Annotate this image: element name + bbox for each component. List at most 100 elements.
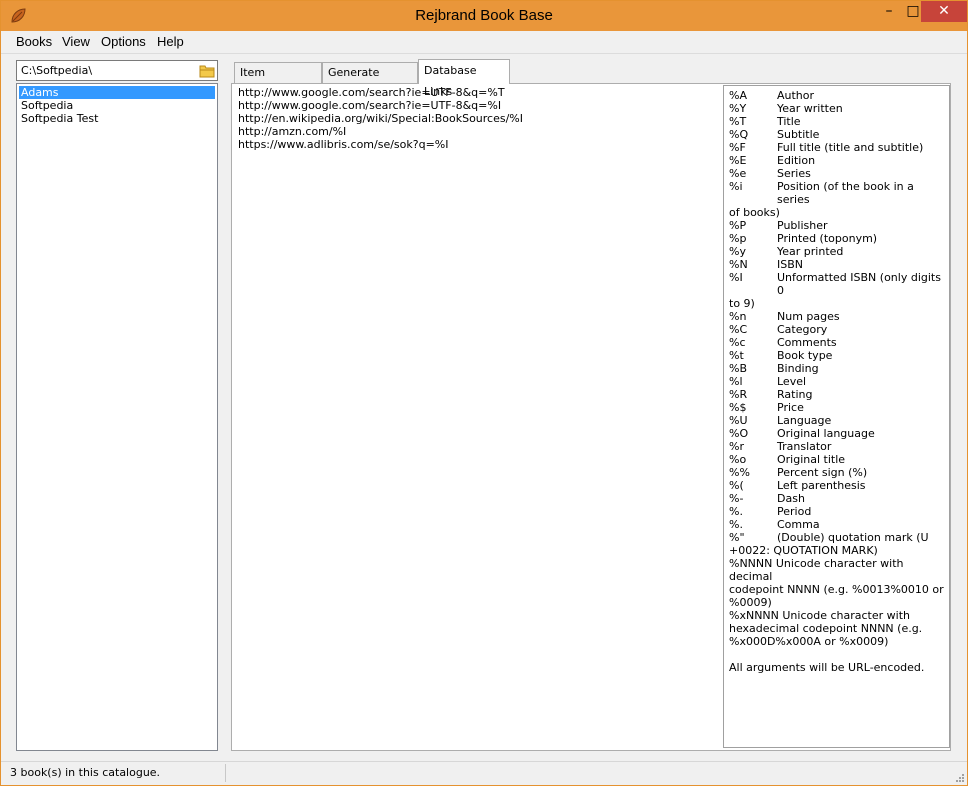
placeholder-row: %N ISBN (729, 258, 944, 271)
placeholder-code: %- (729, 492, 744, 505)
placeholder-row: %i Position (of the book in a series (729, 180, 944, 206)
placeholder-description: ISBN (777, 258, 804, 271)
placeholder-description: Price (777, 401, 804, 414)
resize-grip-icon[interactable] (955, 773, 965, 783)
help-line: hexadecimal codepoint NNNN (e.g. (729, 622, 923, 635)
menu-separator (1, 53, 967, 54)
placeholder-description: Comments (777, 336, 837, 349)
help-line: codepoint NNNN (e.g. %0013%0010 or (729, 583, 944, 596)
placeholder-row: %" (Double) quotation mark (U (729, 531, 944, 544)
menu-view[interactable]: View (62, 34, 90, 49)
placeholder-description: Author (777, 89, 815, 102)
placeholder-code: %t (729, 349, 744, 362)
placeholder-description: Printed (toponym) (777, 232, 878, 245)
tab-generate-report[interactable]: Generate Report (322, 62, 418, 98)
placeholder-code: %r (729, 440, 744, 453)
placeholder-description-continued: of books) (729, 206, 780, 219)
placeholder-description: Binding (777, 362, 819, 375)
placeholder-row: %r Translator (729, 440, 944, 453)
help-line: %0009) (729, 596, 772, 609)
placeholder-list: %A Author %Y Year written %T Title %Q Subtitle%… (729, 89, 944, 557)
placeholder-description: Percent sign (%) (777, 466, 868, 479)
menu-bar: Books View Options Help (1, 31, 967, 53)
menu-options[interactable]: Options (101, 34, 146, 49)
placeholder-row: %- Dash (729, 492, 944, 505)
placeholder-row: %U Language (729, 414, 944, 427)
placeholder-row: %Y Year written (729, 102, 944, 115)
placeholder-row: %F Full title (title and subtitle) (729, 141, 944, 154)
placeholder-description: Original language (777, 427, 875, 440)
placeholder-code: %e (729, 167, 747, 180)
placeholder-row: %P Publisher (729, 219, 944, 232)
placeholder-code: %E (729, 154, 747, 167)
list-item[interactable]: Adams (19, 86, 215, 99)
placeholder-code: %% (729, 466, 750, 479)
placeholder-code: %B (729, 362, 747, 375)
tab-database-links[interactable]: Database Links (418, 59, 510, 98)
placeholder-code: %Y (729, 102, 747, 115)
placeholder-row: %C Category (729, 323, 944, 336)
link-line: http://en.wikipedia.org/wiki/Special:Boo… (238, 112, 524, 125)
minimize-button[interactable]: – (874, 1, 904, 22)
close-button[interactable]: ✕ (921, 1, 967, 22)
menu-books[interactable]: Books (16, 34, 52, 49)
placeholder-code: %Q (729, 128, 749, 141)
catalogue-path-field[interactable]: C:\Softpedia\ (16, 60, 218, 81)
placeholder-row: %t Book type (729, 349, 944, 362)
placeholder-description: Language (777, 414, 832, 427)
placeholder-description-continued: to 9) (729, 297, 755, 310)
placeholder-description: Left parenthesis (777, 479, 866, 492)
placeholder-code: %y (729, 245, 746, 258)
url-encoding-note: All arguments will be URL-encoded. (729, 661, 925, 674)
placeholder-code: %R (729, 388, 748, 401)
placeholder-code: %. (729, 505, 743, 518)
placeholder-code: %o (729, 453, 747, 466)
placeholder-row: %n Num pages (729, 310, 944, 323)
catalogue-path-value: C:\Softpedia\ (21, 64, 93, 77)
help-line: %NNNN Unicode character with decimal (729, 557, 904, 583)
folder-icon[interactable] (199, 64, 215, 78)
link-line: http://www.google.com/search?ie=UTF-8&q=… (238, 86, 505, 99)
status-text: 3 book(s) in this catalogue. (10, 766, 161, 779)
placeholder-row: %o Original title (729, 453, 944, 466)
placeholder-row: %(Left parenthesis (729, 479, 944, 492)
unicode-hex-help: %xNNNN Unicode character with hexadecima… (729, 609, 944, 648)
tab-item-properties[interactable]: Item Properties (234, 62, 322, 98)
link-line: http://www.google.com/search?ie=UTF-8&q=… (238, 99, 502, 112)
maximize-button[interactable]: □ (905, 1, 921, 22)
placeholder-code: %F (729, 141, 746, 154)
placeholder-row: %% Percent sign (%) (729, 466, 944, 479)
placeholder-row: %$ Price (729, 401, 944, 414)
placeholder-code: %N (729, 258, 748, 271)
catalogue-list[interactable]: Adams Softpedia Softpedia Test (16, 83, 218, 751)
list-item[interactable]: Softpedia Test (19, 112, 215, 125)
placeholder-row: %E Edition (729, 154, 944, 167)
placeholder-code: %c (729, 336, 746, 349)
app-window: Rejbrand Book Base – □ ✕ Books View Opti… (0, 0, 968, 786)
placeholder-row: %B Binding (729, 362, 944, 375)
list-item[interactable]: Softpedia (19, 99, 215, 112)
placeholder-row: %l Level (729, 375, 944, 388)
placeholder-code: %O (729, 427, 749, 440)
placeholder-code: %P (729, 219, 747, 232)
placeholder-code: %A (729, 89, 747, 102)
placeholder-description: Unformatted ISBN (only digits 0 (777, 271, 941, 297)
placeholder-description: Edition (777, 154, 816, 167)
placeholder-code: %n (729, 310, 747, 323)
placeholder-description: Period (777, 505, 812, 518)
menu-help[interactable]: Help (157, 34, 184, 49)
help-line: %x000D%x000A or %x0009) (729, 635, 889, 648)
links-editor[interactable]: http://www.google.com/search?ie=UTF-8&q=… (238, 86, 718, 151)
placeholder-row: %A Author (729, 89, 944, 102)
placeholder-help-box: %A Author %Y Year written %T Title %Q Subtitle%… (723, 85, 950, 748)
title-bar[interactable]: Rejbrand Book Base – □ ✕ (1, 1, 967, 31)
status-bar: 3 book(s) in this catalogue. (1, 761, 967, 785)
placeholder-code: %p (729, 232, 747, 245)
unicode-decimal-help: %NNNN Unicode character with decimal cod… (729, 557, 944, 609)
placeholder-code: %i (729, 180, 743, 193)
placeholder-description: Book type (777, 349, 833, 362)
placeholder-code: %I (729, 271, 743, 284)
placeholder-row: %R Rating (729, 388, 944, 401)
placeholder-row: %Q Subtitle (729, 128, 944, 141)
placeholder-row: %. Comma (729, 518, 944, 531)
